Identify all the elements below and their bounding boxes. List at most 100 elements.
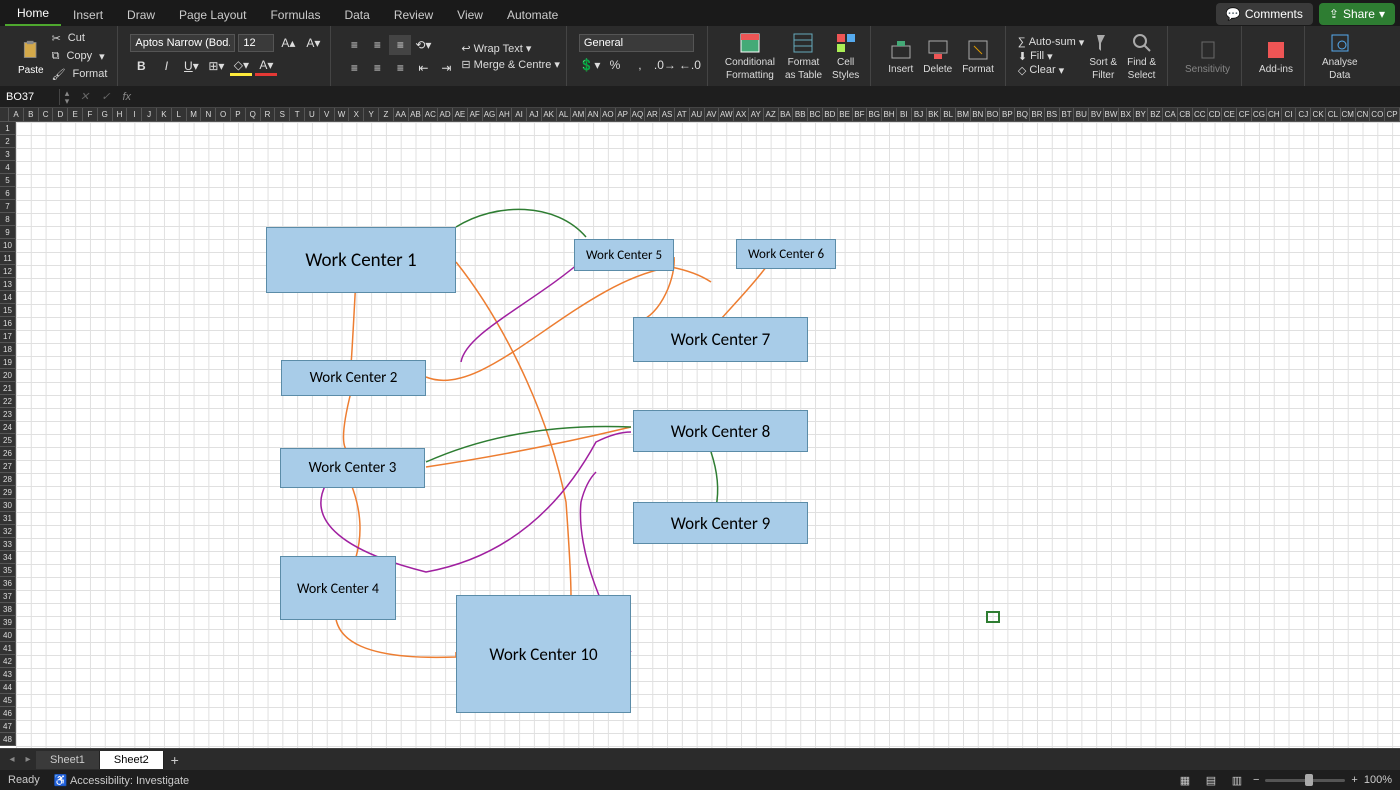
col-header-Q[interactable]: Q <box>246 108 261 122</box>
col-header-M[interactable]: M <box>187 108 202 122</box>
row-header-15[interactable]: 15 <box>0 304 16 317</box>
wrap-text-button[interactable]: ↩ Wrap Text ▾ <box>461 42 560 55</box>
fx-button[interactable]: fx <box>116 91 137 103</box>
col-header-BW[interactable]: BW <box>1104 108 1119 122</box>
align-center-button[interactable]: ≡ <box>366 58 388 78</box>
decrease-font-button[interactable]: A▾ <box>302 33 324 53</box>
conditional-formatting-button[interactable]: ConditionalFormatting <box>720 31 780 81</box>
col-header-BY[interactable]: BY <box>1134 108 1149 122</box>
row-header-18[interactable]: 18 <box>0 343 16 356</box>
font-color-button[interactable]: A▾ <box>255 56 277 76</box>
tab-nav-next[interactable]: ▸ <box>20 754 36 765</box>
col-header-V[interactable]: V <box>320 108 335 122</box>
col-header-BQ[interactable]: BQ <box>1015 108 1030 122</box>
number-format-select[interactable] <box>579 34 694 52</box>
format-cells-button[interactable]: Format <box>957 38 999 75</box>
row-header-42[interactable]: 42 <box>0 655 16 668</box>
view-normal-button[interactable]: ▦ <box>1175 772 1195 788</box>
align-left-button[interactable]: ≡ <box>343 58 365 78</box>
ribbon-tab-draw[interactable]: Draw <box>115 4 167 26</box>
ribbon-tab-home[interactable]: Home <box>5 2 61 26</box>
row-header-2[interactable]: 2 <box>0 135 16 148</box>
ribbon-tab-pagelayout[interactable]: Page Layout <box>167 4 258 26</box>
col-header-S[interactable]: S <box>275 108 290 122</box>
col-header-E[interactable]: E <box>68 108 83 122</box>
col-header-BV[interactable]: BV <box>1089 108 1104 122</box>
row-header-13[interactable]: 13 <box>0 278 16 291</box>
col-header-W[interactable]: W <box>335 108 350 122</box>
decrease-decimal-button[interactable]: ←.0 <box>679 55 701 75</box>
col-header-CO[interactable]: CO <box>1370 108 1385 122</box>
col-header-BO[interactable]: BO <box>986 108 1001 122</box>
col-header-AY[interactable]: AY <box>749 108 764 122</box>
increase-decimal-button[interactable]: .0→ <box>654 55 676 75</box>
col-header-D[interactable]: D <box>53 108 68 122</box>
font-size-select[interactable] <box>238 34 274 52</box>
shape-work-center-3[interactable]: Work Center 3 <box>280 448 425 488</box>
col-header-BX[interactable]: BX <box>1119 108 1134 122</box>
row-header-41[interactable]: 41 <box>0 642 16 655</box>
font-name-select[interactable] <box>130 34 235 52</box>
row-header-33[interactable]: 33 <box>0 538 16 551</box>
ribbon-tab-insert[interactable]: Insert <box>61 4 115 26</box>
col-header-AV[interactable]: AV <box>705 108 720 122</box>
border-button[interactable]: ⊞▾ <box>205 56 227 76</box>
col-header-BM[interactable]: BM <box>956 108 971 122</box>
col-header-AU[interactable]: AU <box>690 108 705 122</box>
col-header-BK[interactable]: BK <box>927 108 942 122</box>
underline-button[interactable]: U▾ <box>180 56 202 76</box>
cancel-formula-button[interactable]: ✕ <box>74 90 95 103</box>
sort-filter-button[interactable]: Sort &Filter <box>1084 31 1122 81</box>
col-header-AQ[interactable]: AQ <box>631 108 646 122</box>
ribbon-tab-data[interactable]: Data <box>332 4 381 26</box>
row-header-11[interactable]: 11 <box>0 252 16 265</box>
row-header-30[interactable]: 30 <box>0 499 16 512</box>
shape-work-center-9[interactable]: Work Center 9 <box>633 502 808 544</box>
row-header-6[interactable]: 6 <box>0 187 16 200</box>
row-header-8[interactable]: 8 <box>0 213 16 226</box>
zoom-in-button[interactable]: + <box>1351 774 1357 786</box>
col-header-AT[interactable]: AT <box>675 108 690 122</box>
col-header-C[interactable]: C <box>39 108 54 122</box>
col-header-BL[interactable]: BL <box>941 108 956 122</box>
select-all-corner[interactable] <box>0 108 9 122</box>
col-header-AF[interactable]: AF <box>468 108 483 122</box>
col-header-AC[interactable]: AC <box>423 108 438 122</box>
cell-styles-button[interactable]: CellStyles <box>827 31 864 81</box>
zoom-thumb[interactable] <box>1305 774 1313 786</box>
col-header-AI[interactable]: AI <box>512 108 527 122</box>
row-header-14[interactable]: 14 <box>0 291 16 304</box>
col-header-F[interactable]: F <box>83 108 98 122</box>
row-header-19[interactable]: 19 <box>0 356 16 369</box>
format-painter-button[interactable]: 🖌Format <box>48 66 112 83</box>
col-header-AS[interactable]: AS <box>660 108 675 122</box>
row-header-24[interactable]: 24 <box>0 421 16 434</box>
addins-button[interactable]: Add-ins <box>1254 38 1298 75</box>
ribbon-tab-automate[interactable]: Automate <box>495 4 570 26</box>
namebox-down[interactable]: ▾ <box>60 97 74 105</box>
row-header-3[interactable]: 3 <box>0 148 16 161</box>
col-header-G[interactable]: G <box>98 108 113 122</box>
align-top-button[interactable]: ≡ <box>343 35 365 55</box>
row-header-35[interactable]: 35 <box>0 564 16 577</box>
row-header-22[interactable]: 22 <box>0 395 16 408</box>
name-box[interactable]: BO37 <box>0 89 60 105</box>
col-header-CI[interactable]: CI <box>1282 108 1297 122</box>
comma-button[interactable]: , <box>629 55 651 75</box>
col-header-BS[interactable]: BS <box>1045 108 1060 122</box>
row-header-12[interactable]: 12 <box>0 265 16 278</box>
row-header-7[interactable]: 7 <box>0 200 16 213</box>
col-header-BJ[interactable]: BJ <box>912 108 927 122</box>
share-button[interactable]: ⇪ Share ▾ <box>1319 3 1395 25</box>
row-header-17[interactable]: 17 <box>0 330 16 343</box>
formula-input[interactable] <box>137 86 1400 107</box>
col-header-CB[interactable]: CB <box>1178 108 1193 122</box>
col-header-H[interactable]: H <box>113 108 128 122</box>
zoom-slider[interactable] <box>1265 779 1345 782</box>
col-header-BH[interactable]: BH <box>882 108 897 122</box>
col-header-AN[interactable]: AN <box>586 108 601 122</box>
shape-work-center-5[interactable]: Work Center 5 <box>574 239 674 271</box>
col-header-CL[interactable]: CL <box>1326 108 1341 122</box>
paste-button[interactable]: Paste <box>14 37 48 76</box>
col-header-CA[interactable]: CA <box>1163 108 1178 122</box>
